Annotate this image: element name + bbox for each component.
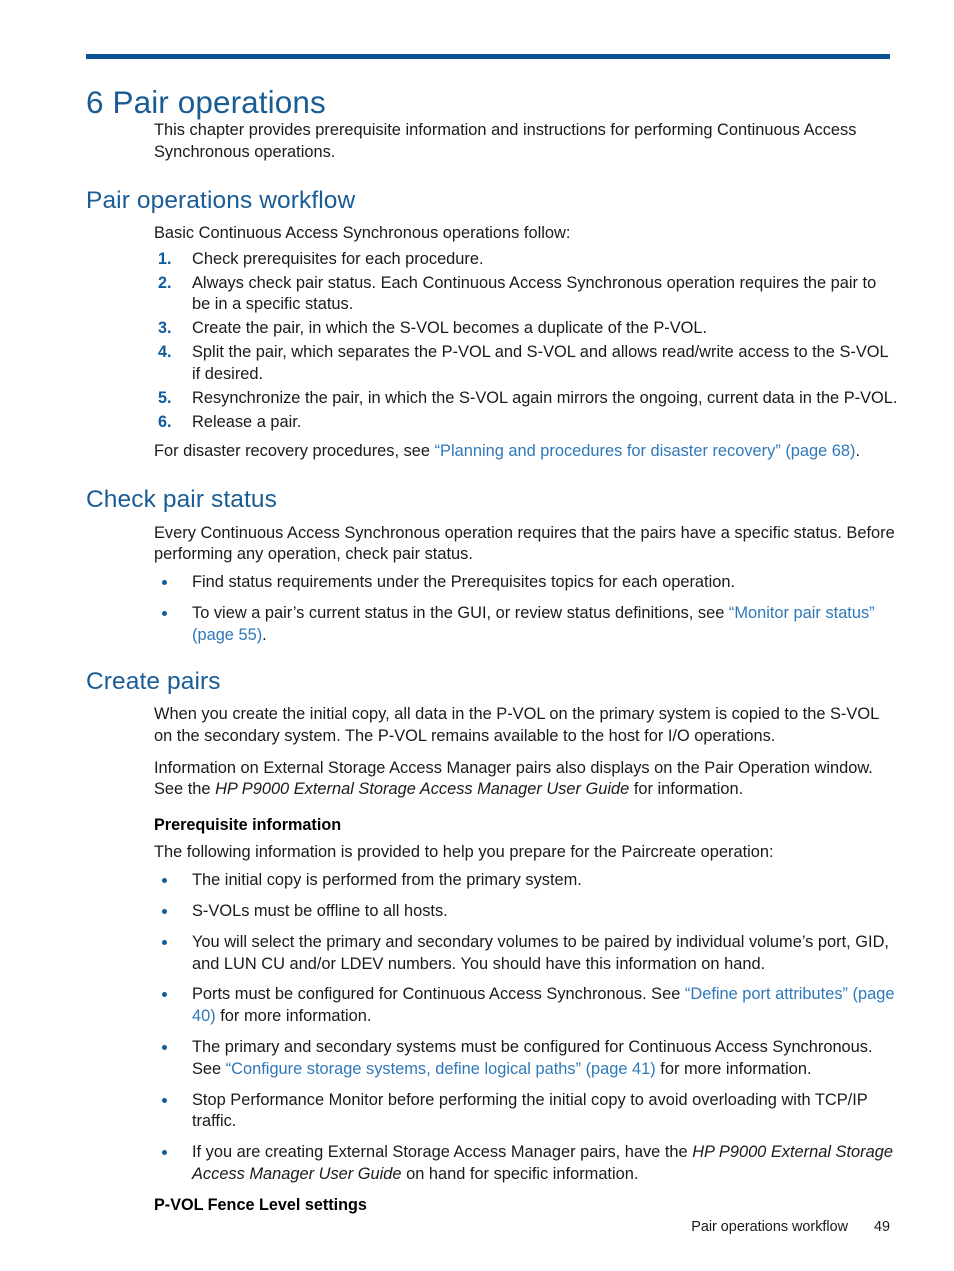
section-heading-create-pairs: Create pairs [86,667,221,695]
footer-page-number: 49 [873,1219,890,1235]
bullet-text: Stop Performance Monitor before performi… [192,1090,868,1131]
prerequisite-lead-paragraph: The following information is provided to… [154,843,774,862]
bullet-text: S-VOLs must be offline to all hosts. [192,901,448,920]
create-pairs-paragraph-1: When you create the initial copy, all da… [154,704,879,745]
list-item: 6. Release a pair. [86,412,898,434]
list-item: You will select the primary and secondar… [86,932,898,976]
bullet-icon [162,1150,167,1156]
workflow-steps-list: 1. Check prerequisites for each procedur… [86,249,898,434]
list-item: The primary and secondary systems must b… [86,1037,898,1081]
bullet-icon [162,992,167,998]
list-item: If you are creating External Storage Acc… [86,1142,898,1186]
check-status-bullet-list: Find status requirements under the Prere… [86,572,898,646]
bullet-icon [162,610,167,616]
chapter-intro-paragraph: This chapter provides prerequisite infor… [154,121,857,161]
section-heading-check-pair-status: Check pair status [86,486,277,514]
list-item: The initial copy is performed from the p… [86,870,898,892]
bullet-prefix-text: To view a pair’s current status in the G… [192,603,729,622]
list-item: S-VOLs must be offline to all hosts. [86,901,898,923]
closing-prefix-text: For disaster recovery procedures, see [154,442,435,461]
link-planning-procedures-disaster-recovery[interactable]: “Planning and procedures for disaster re… [435,442,856,460]
step-text: Create the pair, in which the S-VOL beco… [192,319,708,338]
workflow-closing-paragraph: For disaster recovery procedures, see “P… [154,441,898,463]
workflow-lead-paragraph: Basic Continuous Access Synchronous oper… [154,224,571,243]
list-item: 1. Check prerequisites for each procedur… [86,249,898,271]
page-title: 6 Pair operations [86,84,326,121]
guide-title-italic: HP P9000 External Storage Access Manager… [215,780,630,799]
list-item: Ports must be configured for Continuous … [86,984,898,1028]
bullet-prefix-text: Ports must be configured for Continuous … [192,985,685,1004]
step-number: 4. [158,343,172,362]
bullet-icon [162,939,167,945]
list-item: Find status requirements under the Prere… [86,572,898,594]
step-text: Release a pair. [192,412,302,431]
step-text: Split the pair, which separates the P-VO… [192,343,889,383]
header-rule [86,54,890,59]
bullet-text: Find status requirements under the Prere… [192,573,736,592]
step-text: Check prerequisites for each procedure. [192,249,484,268]
list-item: Stop Performance Monitor before performi… [86,1090,898,1134]
link-configure-storage-systems-define-logical-paths[interactable]: “Configure storage systems, define logic… [226,1060,656,1078]
prerequisite-bullet-list: The initial copy is performed from the p… [86,870,898,1186]
list-item: To view a pair’s current status in the G… [86,603,898,647]
footer-section-title: Pair operations workflow [691,1219,848,1235]
bullet-text: The initial copy is performed from the p… [192,871,582,890]
step-text: Always check pair status. Each Continuou… [192,273,877,314]
check-status-intro-paragraph: Every Continuous Access Synchronous oper… [154,523,895,564]
bullet-icon [162,580,167,586]
step-number: 5. [158,388,172,407]
bullet-icon [162,1044,167,1050]
bullet-text: You will select the primary and secondar… [192,932,889,973]
list-item: 4. Split the pair, which separates the P… [86,342,898,386]
subheading-prerequisite-information: Prerequisite information [154,816,342,835]
step-number: 3. [158,319,172,338]
bullet-suffix-text: for more information. [215,1007,372,1026]
bullet-icon [162,878,167,884]
step-number: 6. [158,412,172,431]
step-number: 1. [158,249,172,268]
content-column: This chapter provides prerequisite infor… [86,120,898,1222]
bullet-suffix-text: for more information. [655,1059,812,1078]
bullet-prefix-text: If you are creating External Storage Acc… [192,1143,693,1162]
step-number: 2. [158,273,172,292]
closing-suffix-text: . [855,442,861,461]
bullet-suffix-text: . [262,625,267,644]
bullet-suffix-text: on hand for specific information. [401,1165,639,1184]
page-footer: Pair operations workflow 49 [86,1219,890,1235]
bullet-icon [162,908,167,914]
list-item: 2. Always check pair status. Each Contin… [86,273,898,317]
paragraph-suffix-text: for information. [629,780,744,799]
bullet-icon [162,1097,167,1103]
document-page: 6 Pair operations This chapter provides … [0,0,954,1271]
subheading-pvol-fence-level-settings: P-VOL Fence Level settings [154,1195,367,1214]
step-text: Resynchronize the pair, in which the S-V… [192,388,898,407]
create-pairs-paragraph-2: Information on External Storage Access M… [154,758,898,802]
section-heading-pair-operations-workflow: Pair operations workflow [86,186,356,214]
list-item: 3. Create the pair, in which the S-VOL b… [86,318,898,340]
list-item: 5. Resynchronize the pair, in which the … [86,388,898,410]
